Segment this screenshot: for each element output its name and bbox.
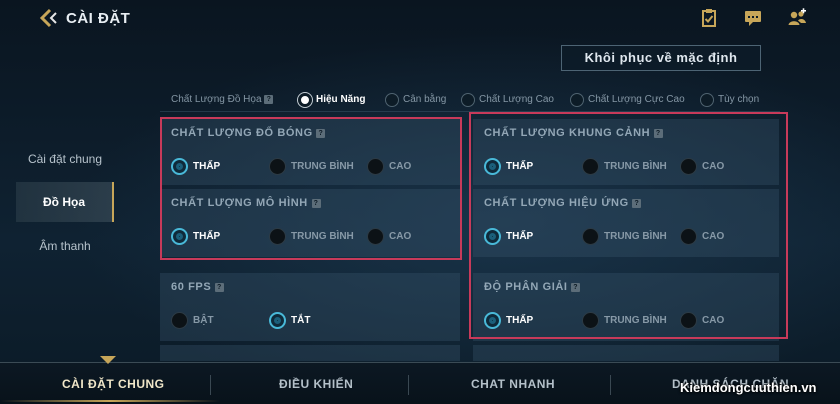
back-arrow-icon[interactable] bbox=[38, 8, 60, 28]
help-icon[interactable]: ? bbox=[311, 198, 321, 208]
radio-icon bbox=[367, 158, 384, 175]
model-quality-title: CHẤT LƯỢNG MÔ HÌNH ? bbox=[171, 197, 321, 209]
tab-quick-chat[interactable]: CHAT NHANH bbox=[471, 377, 555, 391]
header-bar: CÀI ĐẶT bbox=[0, 0, 840, 36]
radio-icon bbox=[269, 158, 286, 175]
effects-quality-title: CHẤT LƯỢNG HIỆU ỨNG ? bbox=[484, 197, 642, 209]
graphics-preset-row: Chất Lượng Đồ Họa ? Hiệu Năng Cân bằng C… bbox=[160, 88, 780, 112]
sidebar-item-general[interactable]: Cài đặt chung bbox=[16, 139, 114, 179]
radio-icon bbox=[484, 158, 501, 175]
help-icon[interactable]: ? bbox=[264, 94, 274, 104]
radio-icon bbox=[484, 312, 501, 329]
radio-icon bbox=[484, 228, 501, 245]
next-setting-panel-partial bbox=[473, 345, 779, 361]
radio-icon bbox=[269, 228, 286, 245]
model-quality-panel: CHẤT LƯỢNG MÔ HÌNH ? THẤP TRUNG BÌNH CAO bbox=[160, 189, 460, 257]
help-icon[interactable]: ? bbox=[653, 128, 663, 138]
resolution-title: ĐỘ PHÂN GIẢI ? bbox=[484, 281, 581, 293]
radio-icon bbox=[171, 158, 188, 175]
watermark-text: Kiemdongcuuthien.vn bbox=[680, 380, 817, 395]
radio-icon bbox=[570, 93, 584, 107]
radio-icon bbox=[298, 93, 312, 107]
tab-divider bbox=[610, 375, 611, 395]
radio-icon bbox=[700, 93, 714, 107]
radio-icon bbox=[461, 93, 475, 107]
next-setting-panel-partial bbox=[160, 345, 460, 361]
active-tab-marker-icon bbox=[100, 356, 116, 364]
effects-quality-panel: CHẤT LƯỢNG HIỆU ỨNG ? THẤP TRUNG BÌNH CA… bbox=[473, 189, 779, 257]
fps-panel: 60 FPS ? BẬT TẮT bbox=[160, 273, 460, 341]
radio-icon bbox=[385, 93, 399, 107]
tab-controls[interactable]: ĐIỀU KHIỂN bbox=[279, 377, 353, 391]
radio-icon bbox=[582, 312, 599, 329]
page-title: CÀI ĐẶT bbox=[66, 10, 131, 27]
radio-icon bbox=[680, 158, 697, 175]
help-icon[interactable]: ? bbox=[571, 282, 581, 292]
friends-icon[interactable] bbox=[787, 8, 807, 28]
scenery-quality-panel: CHẤT LƯỢNG KHUNG CẢNH ? THẤP TRUNG BÌNH … bbox=[473, 119, 779, 185]
help-icon[interactable]: ? bbox=[214, 282, 224, 292]
radio-icon bbox=[680, 228, 697, 245]
resolution-panel: ĐỘ PHÂN GIẢI ? THẤP TRUNG BÌNH CAO bbox=[473, 273, 779, 341]
clipboard-check-icon[interactable] bbox=[699, 8, 719, 28]
shadow-quality-title: CHẤT LƯỢNG ĐỔ BÓNG ? bbox=[171, 127, 326, 139]
sidebar-item-sound[interactable]: Âm thanh bbox=[16, 226, 114, 266]
help-icon[interactable]: ? bbox=[632, 198, 642, 208]
radio-icon bbox=[171, 228, 188, 245]
radio-icon bbox=[269, 312, 286, 329]
shadow-quality-panel: CHẤT LƯỢNG ĐỔ BÓNG ? THẤP TRUNG BÌNH CAO bbox=[160, 119, 460, 185]
radio-icon bbox=[680, 312, 697, 329]
help-icon[interactable]: ? bbox=[316, 128, 326, 138]
radio-icon bbox=[171, 312, 188, 329]
tab-divider bbox=[408, 375, 409, 395]
sidebar-item-graphics[interactable]: Đồ Họa bbox=[16, 182, 114, 222]
tab-general[interactable]: CÀI ĐẶT CHUNG bbox=[62, 377, 165, 391]
radio-icon bbox=[582, 158, 599, 175]
graphics-preset-label: Chất Lượng Đồ Họa ? bbox=[171, 94, 274, 105]
radio-icon bbox=[367, 228, 384, 245]
active-tab-underline bbox=[0, 400, 220, 402]
radio-icon bbox=[582, 228, 599, 245]
scenery-quality-title: CHẤT LƯỢNG KHUNG CẢNH ? bbox=[484, 127, 663, 139]
tab-divider bbox=[210, 375, 211, 395]
reset-defaults-button[interactable]: Khôi phục về mặc định bbox=[561, 45, 761, 71]
chat-icon[interactable] bbox=[743, 8, 763, 28]
fps-title: 60 FPS ? bbox=[171, 281, 224, 293]
